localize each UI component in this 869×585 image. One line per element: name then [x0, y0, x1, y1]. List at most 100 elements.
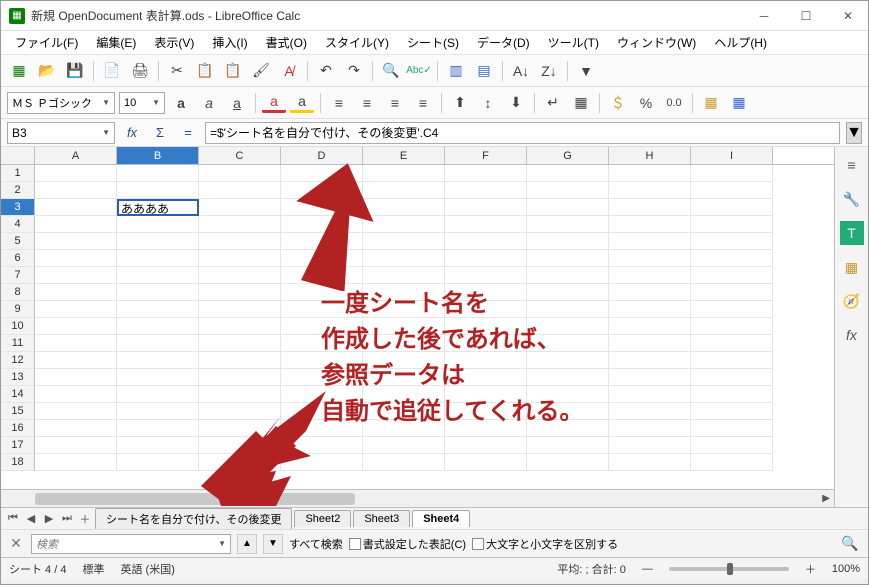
menu-view[interactable]: 表示(V)	[146, 32, 202, 53]
cell-F15[interactable]	[445, 403, 527, 420]
col-F[interactable]: F	[445, 147, 527, 164]
cell-I10[interactable]	[691, 318, 773, 335]
cell-E1[interactable]	[363, 165, 445, 182]
cut-icon[interactable]: ✂	[165, 59, 189, 83]
hscroll-right-icon[interactable]: ▶	[822, 493, 830, 504]
cell-B3[interactable]: ああああ	[117, 199, 199, 216]
formula-expand-icon[interactable]: ▼	[846, 122, 862, 144]
cell-I1[interactable]	[691, 165, 773, 182]
tab-last-icon[interactable]: ⏭	[59, 512, 75, 525]
cell-D10[interactable]	[281, 318, 363, 335]
column-icon[interactable]: ▤	[472, 59, 496, 83]
font-color-icon[interactable]: a	[262, 93, 286, 113]
col-H[interactable]: H	[609, 147, 691, 164]
cell-I5[interactable]	[691, 233, 773, 250]
cell-A3[interactable]	[35, 199, 117, 216]
cell-B4[interactable]	[117, 216, 199, 233]
cell-C8[interactable]	[199, 284, 281, 301]
cell-B16[interactable]	[117, 420, 199, 437]
cell-D7[interactable]	[281, 267, 363, 284]
cell-B2[interactable]	[117, 182, 199, 199]
row-14[interactable]: 14	[1, 386, 35, 403]
row-3[interactable]: 3	[1, 199, 35, 216]
cell-B15[interactable]	[117, 403, 199, 420]
cell-E18[interactable]	[363, 454, 445, 471]
cell-G6[interactable]	[527, 250, 609, 267]
cell-A13[interactable]	[35, 369, 117, 386]
cell-D5[interactable]	[281, 233, 363, 250]
menu-insert[interactable]: 挿入(I)	[204, 32, 255, 53]
cell-B12[interactable]	[117, 352, 199, 369]
copy-icon[interactable]: 📋	[193, 59, 217, 83]
cell-F8[interactable]	[445, 284, 527, 301]
find-options-icon[interactable]: 🔍	[838, 532, 862, 556]
cell-C10[interactable]	[199, 318, 281, 335]
tab-add-icon[interactable]: ＋	[77, 511, 93, 527]
cell-I6[interactable]	[691, 250, 773, 267]
cell-F4[interactable]	[445, 216, 527, 233]
cell-G12[interactable]	[527, 352, 609, 369]
bold-icon[interactable]: a	[169, 91, 193, 115]
row-4[interactable]: 4	[1, 216, 35, 233]
cell-G9[interactable]	[527, 301, 609, 318]
cell-B7[interactable]	[117, 267, 199, 284]
cell-B14[interactable]	[117, 386, 199, 403]
highlight-icon[interactable]: a	[290, 93, 314, 113]
format-paint-icon[interactable]: 🖌	[249, 59, 273, 83]
cell-H7[interactable]	[609, 267, 691, 284]
cell-B1[interactable]	[117, 165, 199, 182]
align-left-icon[interactable]: ≡	[327, 91, 351, 115]
font-size-combo[interactable]: 10▼	[119, 92, 165, 114]
cell-H1[interactable]	[609, 165, 691, 182]
sheet-tab-1[interactable]: シート名を自分で付け、その後変更	[95, 508, 292, 529]
cell-H14[interactable]	[609, 386, 691, 403]
cell-H17[interactable]	[609, 437, 691, 454]
cell-A18[interactable]	[35, 454, 117, 471]
sheet-tab-3[interactable]: Sheet3	[353, 510, 410, 527]
number-icon[interactable]: 0.0	[662, 91, 686, 115]
cell-I3[interactable]	[691, 199, 773, 216]
redo-icon[interactable]: ↷	[342, 59, 366, 83]
cell-grid[interactable]: ああああ	[35, 165, 834, 489]
italic-icon[interactable]: a	[197, 91, 221, 115]
cell-G10[interactable]	[527, 318, 609, 335]
col-I[interactable]: I	[691, 147, 773, 164]
cell-E12[interactable]	[363, 352, 445, 369]
cell-H6[interactable]	[609, 250, 691, 267]
col-G[interactable]: G	[527, 147, 609, 164]
menu-help[interactable]: ヘルプ(H)	[706, 32, 775, 53]
valign-bot-icon[interactable]: ⬇	[504, 91, 528, 115]
cell-G17[interactable]	[527, 437, 609, 454]
cell-E17[interactable]	[363, 437, 445, 454]
cell-A14[interactable]	[35, 386, 117, 403]
cell-I17[interactable]	[691, 437, 773, 454]
cell-I7[interactable]	[691, 267, 773, 284]
gallery-icon[interactable]: ▦	[840, 255, 864, 279]
cell-B9[interactable]	[117, 301, 199, 318]
cell-H3[interactable]	[609, 199, 691, 216]
find-case-checkbox[interactable]: 大文字と小文字を区別する	[472, 536, 618, 552]
valign-mid-icon[interactable]: ↕	[476, 91, 500, 115]
bgcolor-icon[interactable]: ▦	[699, 91, 723, 115]
cell-G3[interactable]	[527, 199, 609, 216]
percent-icon[interactable]: %	[634, 91, 658, 115]
properties-icon[interactable]: 🔧	[840, 187, 864, 211]
cell-E14[interactable]	[363, 386, 445, 403]
wrap-icon[interactable]: ↵	[541, 91, 565, 115]
cell-C13[interactable]	[199, 369, 281, 386]
cell-G8[interactable]	[527, 284, 609, 301]
cell-G7[interactable]	[527, 267, 609, 284]
cell-H9[interactable]	[609, 301, 691, 318]
cell-C2[interactable]	[199, 182, 281, 199]
cell-B18[interactable]	[117, 454, 199, 471]
cell-E10[interactable]	[363, 318, 445, 335]
underline-icon[interactable]: a	[225, 91, 249, 115]
function-wizard-icon[interactable]: fx	[121, 122, 143, 144]
merge-icon[interactable]: ▦	[569, 91, 593, 115]
cell-E6[interactable]	[363, 250, 445, 267]
open-icon[interactable]: 📂	[35, 59, 59, 83]
cell-C7[interactable]	[199, 267, 281, 284]
find-icon[interactable]: 🔍	[379, 59, 403, 83]
cell-I12[interactable]	[691, 352, 773, 369]
row-6[interactable]: 6	[1, 250, 35, 267]
